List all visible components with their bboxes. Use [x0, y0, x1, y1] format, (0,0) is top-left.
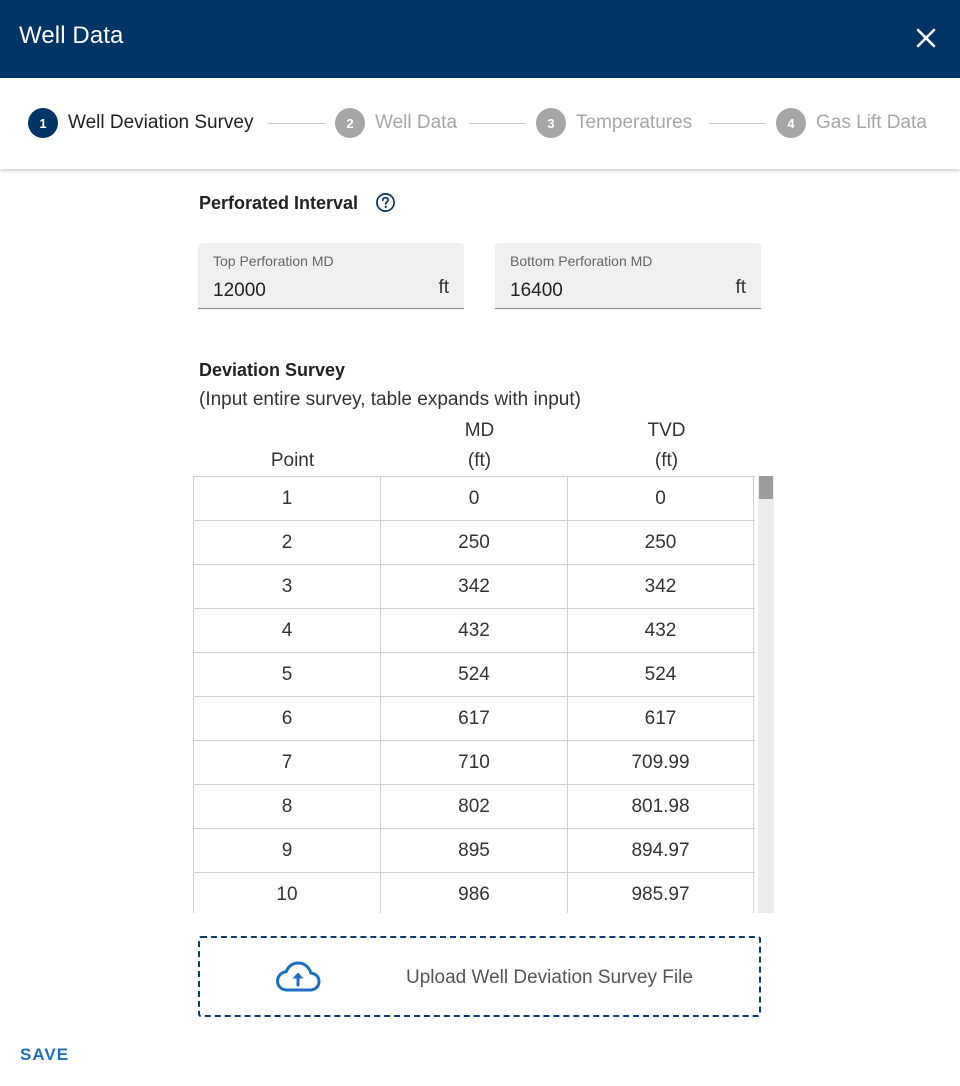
column-header-md: MD	[464, 420, 495, 441]
step-number: 2	[335, 108, 365, 138]
step-label: Temperatures	[576, 112, 693, 133]
table-row: 5 524 524	[193, 653, 755, 697]
field-label: Bottom Perforation MD	[510, 253, 653, 269]
table-cell-md[interactable]: 432	[380, 609, 567, 652]
step-label: Gas Lift Data	[816, 112, 927, 133]
table-cell-point[interactable]: 2	[193, 521, 380, 564]
table-cell-point[interactable]: 8	[193, 785, 380, 828]
step-temperatures[interactable]: 3 Temperatures	[536, 108, 692, 138]
close-icon[interactable]	[906, 18, 946, 58]
table-cell-tvd[interactable]: 342	[567, 565, 754, 608]
step-connector	[268, 123, 325, 124]
table-cell-md[interactable]: 986	[380, 873, 567, 913]
table-cell-tvd[interactable]: 985.97	[567, 873, 754, 913]
dialog-title: Well Data	[19, 22, 124, 49]
table-row: 7 710 709.99	[193, 741, 755, 785]
field-unit: ft	[438, 277, 449, 298]
stepper: 1 Well Deviation Survey 2 Well Data 3 Te…	[0, 78, 960, 169]
upload-label: Upload Well Deviation Survey File	[406, 967, 693, 988]
table-row: 4 432 432	[193, 609, 755, 653]
table-cell-tvd[interactable]: 432	[567, 609, 754, 652]
table-cell-point[interactable]: 10	[193, 873, 380, 913]
table-row: 6 617 617	[193, 697, 755, 741]
table-cell-point[interactable]: 5	[193, 653, 380, 696]
table-cell-point[interactable]: 1	[193, 477, 380, 520]
table-cell-tvd[interactable]: 524	[567, 653, 754, 696]
step-connector	[470, 123, 526, 124]
scrollbar-thumb[interactable]	[759, 476, 773, 499]
table-row: 9 895 894.97	[193, 829, 755, 873]
bottom-perforation-md-input[interactable]	[510, 280, 710, 302]
table-cell-point[interactable]: 7	[193, 741, 380, 784]
step-well-data[interactable]: 2 Well Data	[335, 108, 457, 138]
deviation-survey-title: Deviation Survey	[199, 360, 346, 380]
table-cell-point[interactable]: 9	[193, 829, 380, 872]
top-perforation-md-field[interactable]: Top Perforation MD ft	[198, 243, 464, 309]
step-number: 4	[776, 108, 806, 138]
dialog-header: Well Data	[0, 0, 960, 78]
help-icon[interactable]	[375, 192, 396, 213]
table-scrollbar[interactable]	[758, 476, 774, 913]
table-cell-md[interactable]: 524	[380, 653, 567, 696]
step-label: Well Deviation Survey	[68, 112, 254, 133]
bottom-perforation-md-field[interactable]: Bottom Perforation MD ft	[495, 243, 761, 309]
cloud-upload-icon	[275, 960, 321, 994]
table-row: 10 986 985.97	[193, 873, 755, 913]
field-label: Top Perforation MD	[213, 253, 334, 269]
column-header-tvd-unit: (ft)	[654, 450, 679, 471]
table-cell-tvd[interactable]: 0	[567, 477, 754, 520]
column-header-point: Point	[270, 450, 315, 471]
table-cell-point[interactable]: 4	[193, 609, 380, 652]
table-cell-md[interactable]: 617	[380, 697, 567, 740]
table-cell-point[interactable]: 3	[193, 565, 380, 608]
table-row: 2 250 250	[193, 521, 755, 565]
step-well-deviation-survey[interactable]: 1 Well Deviation Survey	[28, 108, 254, 138]
deviation-survey-subtitle: (Input entire survey, table expands with…	[199, 389, 581, 410]
table-cell-tvd[interactable]: 617	[567, 697, 754, 740]
field-unit: ft	[735, 277, 746, 298]
column-header-tvd: TVD	[647, 420, 686, 441]
step-number: 3	[536, 108, 566, 138]
table-row: 1 0 0	[193, 477, 755, 521]
table-cell-md[interactable]: 250	[380, 521, 567, 564]
table-cell-tvd[interactable]: 894.97	[567, 829, 754, 872]
save-button[interactable]: SAVE	[20, 1045, 69, 1065]
table-cell-md[interactable]: 802	[380, 785, 567, 828]
step-gas-lift-data[interactable]: 4 Gas Lift Data	[776, 108, 927, 138]
table-cell-md[interactable]: 895	[380, 829, 567, 872]
table-cell-tvd[interactable]: 801.98	[567, 785, 754, 828]
step-number: 1	[28, 108, 58, 138]
step-connector	[709, 123, 766, 124]
table-cell-md[interactable]: 0	[380, 477, 567, 520]
table-row: 3 342 342	[193, 565, 755, 609]
upload-survey-file-dropzone[interactable]: Upload Well Deviation Survey File	[198, 936, 761, 1017]
table-cell-tvd[interactable]: 709.99	[567, 741, 754, 784]
table-cell-md[interactable]: 342	[380, 565, 567, 608]
perforated-interval-title: Perforated Interval	[199, 193, 359, 213]
column-header-md-unit: (ft)	[467, 450, 492, 471]
table-cell-point[interactable]: 6	[193, 697, 380, 740]
step-label: Well Data	[375, 112, 458, 133]
deviation-survey-table: 1 0 0 2 250 250 3 342 342 4 432 432 5 52…	[193, 476, 755, 913]
table-cell-md[interactable]: 710	[380, 741, 567, 784]
top-perforation-md-input[interactable]	[213, 280, 413, 302]
table-cell-tvd[interactable]: 250	[567, 521, 754, 564]
table-row: 8 802 801.98	[193, 785, 755, 829]
